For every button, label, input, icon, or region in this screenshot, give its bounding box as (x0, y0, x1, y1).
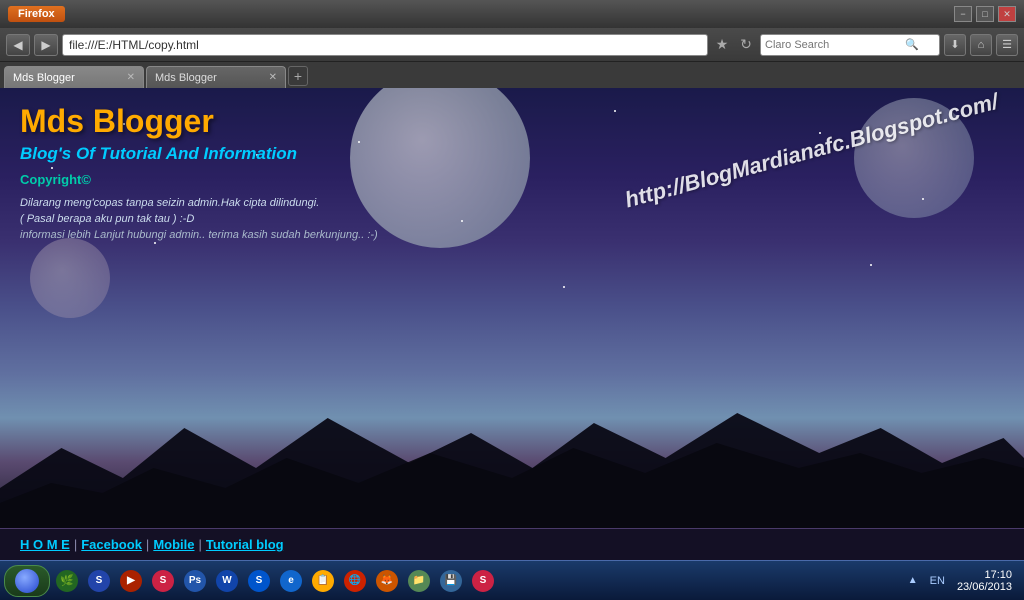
taskbar-icon-4[interactable]: S (148, 565, 178, 597)
clock: 17:10 23/06/2013 (953, 569, 1016, 593)
taskbar-icon-3[interactable]: ▶ (116, 565, 146, 597)
taskbar-icon-6[interactable]: W (212, 565, 242, 597)
taskbar-icon-10[interactable]: 🌐 (340, 565, 370, 597)
taskbar-icon-12[interactable]: 📁 (404, 565, 434, 597)
blog-subtitle: Blog's Of Tutorial And Information (20, 144, 1004, 164)
webpage: http://BlogMardianafc.Blogspot.com/ Mds … (0, 88, 1024, 528)
nav-link-facebook[interactable]: Facebook (81, 537, 142, 552)
content-area[interactable]: http://BlogMardianafc.Blogspot.com/ Mds … (0, 88, 1024, 560)
tab-2-label: Mds Blogger (155, 72, 217, 84)
taskbar-icon-1[interactable]: 🌿 (52, 565, 82, 597)
navbar: ◀ ▶ ★ ↻ 🔍 ⬇ ⌂ ☰ (0, 28, 1024, 62)
nav-link-mobile[interactable]: Mobile (153, 537, 194, 552)
copyright-text: Copyright© (20, 172, 1004, 187)
blog-title: Mds Blogger (20, 103, 1004, 140)
minimize-button[interactable]: − (954, 6, 972, 22)
window-controls: − □ ✕ (954, 6, 1016, 22)
menu-button[interactable]: ☰ (996, 34, 1018, 56)
taskbar-icon-8[interactable]: e (276, 565, 306, 597)
nav-links-bar: H O M E | Facebook | Mobile | Tutorial b… (0, 528, 1024, 560)
close-button[interactable]: ✕ (998, 6, 1016, 22)
refresh-button[interactable]: ↻ (736, 34, 756, 56)
taskbar-icon-5[interactable]: Ps (180, 565, 210, 597)
search-go-button[interactable]: 🔍 (905, 38, 919, 51)
search-bar-container: 🔍 (760, 34, 940, 56)
tab-2[interactable]: Mds Blogger ✕ (146, 66, 286, 88)
maximize-button[interactable]: □ (976, 6, 994, 22)
tabbar: Mds Blogger ✕ Mds Blogger ✕ + (0, 62, 1024, 88)
taskbar-icon-7[interactable]: S (244, 565, 274, 597)
new-tab-button[interactable]: + (288, 66, 308, 86)
taskbar-icon-9[interactable]: 📋 (308, 565, 338, 597)
taskbar-icon-11[interactable]: 🦊 (372, 565, 402, 597)
url-bar[interactable] (62, 34, 708, 56)
taskbar-icon-2[interactable]: S (84, 565, 114, 597)
tab-1[interactable]: Mds Blogger ✕ (4, 66, 144, 88)
info-text: informasi lebih Lanjut hubungi admin.. t… (20, 229, 1004, 241)
taskbar: 🌿 S ▶ S Ps W S e 📋 🌐 🦊 📁 💾 S ▲ EN 1 (0, 560, 1024, 600)
home-button[interactable]: ⌂ (970, 34, 992, 56)
start-button[interactable] (4, 565, 50, 597)
webpage-overlay: Mds Blogger Blog's Of Tutorial And Infor… (0, 88, 1024, 271)
tab-1-close[interactable]: ✕ (127, 72, 135, 83)
tab-1-label: Mds Blogger (13, 72, 75, 84)
download-button[interactable]: ⬇ (944, 34, 966, 56)
taskbar-right: ▲ EN 17:10 23/06/2013 (904, 569, 1020, 593)
taskbar-icon-13[interactable]: 💾 (436, 565, 466, 597)
clock-date: 23/06/2013 (957, 581, 1012, 593)
titlebar: Firefox − □ ✕ (0, 0, 1024, 28)
start-orb-icon (15, 569, 39, 593)
nav-link-tutorial[interactable]: Tutorial blog (206, 537, 284, 552)
forward-button[interactable]: ▶ (34, 34, 58, 56)
bookmark-star-icon[interactable]: ★ (712, 34, 732, 56)
search-input[interactable] (765, 39, 905, 51)
warning-text-1: Dilarang meng'copas tanpa seizin admin.H… (20, 197, 1004, 209)
firefox-button[interactable]: Firefox (8, 6, 65, 22)
taskbar-icon-14[interactable]: S (468, 565, 498, 597)
warning-text-2: ( Pasal berapa aku pun tak tau ) :-D (20, 213, 1004, 225)
tab-2-close[interactable]: ✕ (269, 72, 277, 83)
clock-time: 17:10 (957, 569, 1012, 581)
back-button[interactable]: ◀ (6, 34, 30, 56)
mountains-decoration (0, 408, 1024, 528)
nav-link-home[interactable]: H O M E (20, 537, 70, 552)
titlebar-left: Firefox (8, 6, 65, 22)
arrow-up-icon[interactable]: ▲ (904, 572, 922, 590)
language-indicator: EN (926, 575, 949, 587)
